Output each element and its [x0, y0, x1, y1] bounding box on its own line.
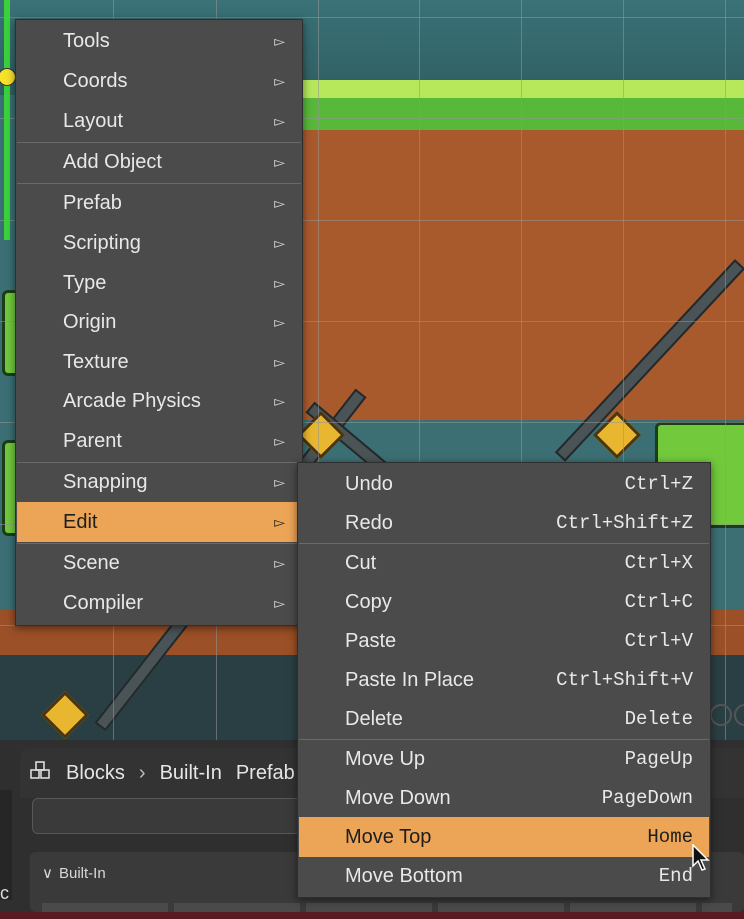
section-label: Built-In [58, 865, 106, 882]
zoom-out-icon[interactable] [710, 704, 732, 726]
menu-item-label: Snapping [63, 470, 148, 493]
context-menu: Tools ▻ Coords ▻ Layout ▻ Add Object ▻ Prefa… [15, 19, 303, 626]
menu-item-label: Undo [345, 472, 393, 495]
breadcrumb-built-in[interactable]: Built-In [160, 762, 222, 785]
shortcut-label: End [658, 865, 693, 887]
menu-item-label: Paste In Place [345, 668, 474, 691]
menu-item-label: Parent [63, 429, 122, 452]
submenu-arrow-icon: ▻ [274, 392, 285, 409]
menu-item-label: Delete [345, 707, 403, 730]
shortcut-label: PageDown [601, 787, 693, 809]
menu-item-label: Origin [63, 310, 117, 333]
menu-item-arcade-physics[interactable]: Arcade Physics ▻ [17, 381, 301, 421]
menu-item-parent[interactable]: Parent ▻ [17, 421, 301, 461]
menu-item-label: Edit [63, 510, 98, 533]
menu-item-label: Tools [63, 29, 110, 52]
menu-item-label: Prefab [63, 191, 122, 214]
menu-item-label: Coords [63, 69, 128, 92]
menu-item-label: Cut [345, 551, 377, 574]
menu-item-move-up[interactable]: Move Up PageUp [299, 739, 709, 779]
grid-line [0, 17, 744, 18]
menu-item-coords[interactable]: Coords ▻ [17, 61, 301, 101]
menu-item-cut[interactable]: Cut Ctrl+X [299, 543, 709, 583]
shortcut-label: Delete [624, 708, 693, 730]
menu-item-tools[interactable]: Tools ▻ [17, 21, 301, 61]
menu-item-label: Texture [63, 350, 129, 373]
grass-top-tile [300, 80, 744, 98]
edit-submenu: Undo Ctrl+Z Redo Ctrl+Shift+Z Cut Ctrl+X Co… [297, 462, 711, 898]
menu-item-label: Move Up [345, 747, 426, 770]
menu-item-label: Move Bottom [345, 864, 463, 887]
bottom-edge [0, 912, 744, 919]
submenu-arrow-icon: ▻ [274, 153, 285, 170]
shortcut-label: PageUp [624, 748, 693, 770]
shortcut-label: Ctrl+V [624, 630, 693, 652]
menu-item-label: Redo [345, 511, 393, 534]
menu-item-add-object[interactable]: Add Object ▻ [17, 142, 301, 182]
menu-item-paste[interactable]: Paste Ctrl+V [299, 621, 709, 661]
menu-item-redo[interactable]: Redo Ctrl+Shift+Z [299, 503, 709, 543]
submenu-arrow-icon: ▻ [274, 32, 285, 49]
submenu-arrow-icon: ▻ [274, 353, 285, 370]
menu-item-edit[interactable]: Edit ▻ [17, 502, 301, 542]
breadcrumb-prefab[interactable]: Prefab [236, 762, 295, 785]
menu-item-move-bottom[interactable]: Move Bottom End [299, 856, 709, 896]
submenu-arrow-icon: ▻ [274, 72, 285, 89]
menu-item-copy[interactable]: Copy Ctrl+C [299, 582, 709, 622]
menu-item-label: Move Down [345, 786, 451, 809]
truncated-text: c [0, 883, 9, 903]
shortcut-label: Ctrl+C [624, 591, 693, 613]
chevron-down-icon: ∨ [42, 865, 53, 882]
submenu-arrow-icon: ▻ [274, 234, 285, 251]
menu-item-label: Type [63, 271, 107, 294]
menu-item-paste-in-place[interactable]: Paste In Place Ctrl+Shift+V [299, 660, 709, 700]
shortcut-label: Ctrl+Shift+Z [556, 512, 693, 534]
menu-item-type[interactable]: Type ▻ [17, 263, 301, 303]
breadcrumb: Blocks › Built-In Prefab [30, 760, 309, 786]
breadcrumb-separator: › [138, 761, 146, 784]
menu-item-label: Scripting [63, 231, 141, 254]
shortcut-label: Ctrl+Z [624, 473, 693, 495]
menu-item-compiler[interactable]: Compiler ▻ [17, 583, 301, 623]
built-in-section-header[interactable]: ∨ Built-In [42, 864, 106, 882]
menu-item-label: Compiler [63, 591, 144, 614]
y-axis-guide[interactable] [4, 0, 10, 240]
submenu-arrow-icon: ▻ [274, 112, 285, 129]
submenu-arrow-icon: ▻ [274, 313, 285, 330]
menu-item-scene[interactable]: Scene ▻ [17, 543, 301, 583]
shortcut-label: Ctrl+X [624, 552, 693, 574]
menu-item-origin[interactable]: Origin ▻ [17, 302, 301, 342]
shortcut-label: Home [647, 826, 693, 848]
menu-item-snapping[interactable]: Snapping ▻ [17, 462, 301, 502]
menu-item-undo[interactable]: Undo Ctrl+Z [299, 464, 709, 504]
shortcut-label: Ctrl+Shift+V [556, 669, 693, 691]
menu-item-scripting[interactable]: Scripting ▻ [17, 223, 301, 263]
submenu-arrow-icon: ▻ [274, 274, 285, 291]
mouse-cursor-icon [692, 843, 710, 877]
menu-item-prefab[interactable]: Prefab ▻ [17, 183, 301, 223]
blocks-icon [30, 760, 52, 786]
menu-item-label: Copy [345, 590, 392, 613]
menu-item-move-top[interactable]: Move Top Home [299, 817, 709, 857]
submenu-arrow-icon: ▻ [274, 432, 285, 449]
menu-item-label: Move Top [345, 825, 432, 848]
menu-item-move-down[interactable]: Move Down PageDown [299, 778, 709, 818]
menu-item-texture[interactable]: Texture ▻ [17, 342, 301, 382]
submenu-arrow-icon: ▻ [274, 194, 285, 211]
submenu-arrow-icon: ▻ [274, 554, 285, 571]
breadcrumb-blocks[interactable]: Blocks [66, 762, 125, 785]
menu-item-label: Scene [63, 551, 120, 574]
dirt-tile [300, 130, 744, 420]
menu-item-label: Layout [63, 109, 124, 132]
grid-line [725, 0, 726, 740]
submenu-arrow-icon: ▻ [274, 594, 285, 611]
blocks-search-input[interactable] [32, 798, 334, 834]
menu-item-delete[interactable]: Delete Delete [299, 699, 709, 739]
menu-item-label: Add Object [63, 150, 162, 173]
menu-item-layout[interactable]: Layout ▻ [17, 101, 301, 141]
menu-item-label: Paste [345, 629, 397, 652]
submenu-arrow-icon: ▻ [274, 513, 285, 530]
menu-item-label: Arcade Physics [63, 389, 201, 412]
submenu-arrow-icon: ▻ [274, 473, 285, 490]
